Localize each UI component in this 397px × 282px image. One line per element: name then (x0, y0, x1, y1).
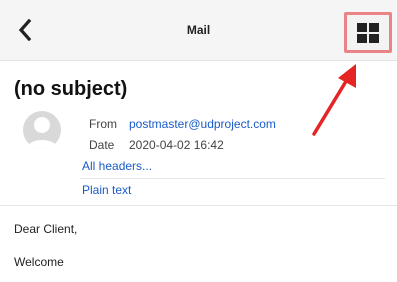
message-subject: (no subject) (14, 78, 128, 100)
header-separator (80, 178, 385, 179)
from-label: From (89, 117, 117, 131)
body-greeting: Dear Client, (14, 222, 78, 236)
date-row: Date 2020-04-02 16:42 (89, 138, 224, 152)
body-divider (0, 205, 397, 206)
all-headers-link[interactable]: All headers... (82, 159, 152, 173)
from-row: From postmaster@udproject.com (89, 117, 276, 131)
top-bar: Mail (0, 0, 397, 61)
person-icon (27, 117, 57, 149)
date-value: 2020-04-02 16:42 (129, 138, 224, 152)
layout-toggle-button[interactable] (344, 12, 392, 53)
page-title: Mail (186, 23, 211, 37)
grid-view-icon (357, 22, 379, 43)
date-label: Date (89, 138, 115, 152)
plain-text-link[interactable]: Plain text (82, 183, 131, 197)
sender-avatar (23, 111, 61, 149)
body-line: Welcome (14, 255, 64, 269)
annotation-arrow (312, 64, 356, 136)
from-address-link[interactable]: postmaster@udproject.com (129, 117, 276, 131)
